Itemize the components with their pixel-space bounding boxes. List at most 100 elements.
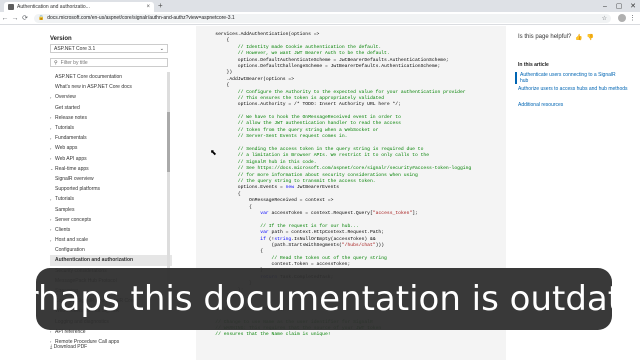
sidebar-item-label: Tutorials: [55, 196, 74, 203]
browser-tab[interactable]: Authentication and authorizatio... ×: [4, 2, 154, 12]
code-token: options.DefaultChallengeScheme = JwtBear…: [204, 63, 441, 69]
sidebar-item[interactable]: › Web API apps: [50, 154, 172, 164]
code-token: path = context.HttpContext.Request.Path;: [268, 230, 385, 236]
screen: Authentication and authorizatio... × + –…: [0, 0, 640, 360]
sidebar-item-label: Web apps: [55, 145, 78, 152]
profile-avatar[interactable]: [618, 14, 626, 22]
sidebar-item[interactable]: › Web apps: [50, 143, 172, 153]
sidebar-item-label: Web API apps: [55, 155, 87, 162]
code-token: options.DefaultAuthenticateScheme = JwtB…: [204, 57, 449, 63]
code-token: "/hubs/chat": [341, 242, 376, 248]
new-tab-button[interactable]: +: [158, 2, 163, 10]
code-line: options.DefaultChallengeScheme = JwtBear…: [204, 64, 471, 70]
code-token: // Identity made Cookie authentication t…: [204, 44, 382, 50]
thumbs-down-icon[interactable]: 👎: [587, 34, 594, 41]
sidebar-item[interactable]: ⌄ Real-time apps: [50, 164, 172, 174]
sidebar-item[interactable]: Authentication and authorization: [50, 255, 172, 266]
sidebar-item-label: Samples: [55, 206, 75, 213]
code-token: services.AddAuthentication(options =>: [204, 32, 320, 37]
article-link[interactable]: Authenticate users connecting to a Signa…: [515, 72, 625, 84]
code-token: // allow the JWT authentication handler …: [204, 121, 401, 127]
sidebar-item[interactable]: › Fundamentals: [50, 133, 172, 143]
minimize-button[interactable]: –: [598, 0, 612, 12]
sidebar-item[interactable]: ASP.NET Core documentation: [50, 72, 172, 82]
sidebar-item-label: SignalR overview: [55, 175, 94, 182]
url-field[interactable]: 🔒 docs.microsoft.com/en-us/aspnet/core/s…: [34, 13, 611, 23]
code-token: var: [260, 230, 269, 236]
code-token: // If the request is for our hub...: [204, 223, 359, 229]
sidebar-item[interactable]: › Release notes: [50, 113, 172, 123]
reload-button[interactable]: ⟳: [20, 14, 30, 22]
forward-button[interactable]: →: [10, 15, 20, 22]
bookmark-star-icon[interactable]: ☆: [602, 15, 607, 22]
sidebar-item-label: Fundamentals: [55, 135, 87, 142]
sidebar-item[interactable]: › Clients: [50, 225, 172, 235]
version-label: Version: [50, 36, 72, 42]
code-token: // Read the token out of the query strin…: [204, 255, 387, 261]
sidebar-item[interactable]: Get started: [50, 103, 172, 113]
code-token: var: [260, 210, 269, 216]
code-line: // ensures that the Name claim is unique…: [204, 332, 471, 338]
sidebar-item[interactable]: › Overview: [50, 92, 172, 102]
favicon-icon: [8, 4, 14, 10]
sidebar-item[interactable]: What's new in ASP.NET Core docs: [50, 82, 172, 92]
back-button[interactable]: ←: [0, 15, 10, 22]
code-token: // token from the query string when a We…: [204, 127, 379, 133]
article-link[interactable]: Authorize users to access hubs and hub m…: [518, 86, 628, 92]
browser-menu-icon[interactable]: ⋮: [629, 14, 636, 22]
code-token: options.Events =: [204, 185, 286, 191]
sidebar-item-label: Server concepts: [55, 216, 92, 223]
code-token: {: [204, 204, 252, 210]
code-token: ))): [375, 242, 385, 248]
code-token: .AddJwtBearer(options =>: [204, 76, 295, 82]
code-token: // This ensures the token is appropriate…: [204, 95, 385, 101]
sidebar-item[interactable]: › Tutorials: [50, 194, 172, 204]
sidebar-item[interactable]: Configuration: [50, 245, 172, 255]
sidebar-item-label: What's new in ASP.NET Core docs: [55, 84, 132, 91]
code-token: // See https://docs.microsoft.com/aspnet…: [204, 166, 472, 172]
version-select[interactable]: ASP.NET Core 3.1 ⌄: [50, 44, 168, 53]
url-text: docs.microsoft.com/en-us/aspnet/core/sig…: [47, 15, 235, 21]
sidebar-item-label: Host and scale: [55, 237, 89, 244]
sidebar-item-label: Clients: [55, 226, 71, 233]
code-token: JwtBearerEvents: [294, 185, 340, 191]
tab-close-icon[interactable]: ×: [146, 4, 150, 10]
sidebar-item[interactable]: Samples: [50, 204, 172, 214]
sidebar-item-label: Release notes: [55, 114, 87, 121]
filter-input[interactable]: ⚲ Filter by title: [50, 58, 168, 67]
window-controls: – ▢ ✕: [598, 0, 640, 12]
code-token: // the query string to transmit the acce…: [204, 178, 376, 184]
sidebar-item-label: Supported platforms: [55, 186, 101, 193]
sidebar-item[interactable]: › Server concepts: [50, 215, 172, 225]
code-token: // Server-Sent Events request comes in.: [204, 134, 348, 140]
code-token: // SignalR hub in this code.: [204, 159, 317, 165]
lock-icon: 🔒: [38, 15, 45, 21]
sidebar-item[interactable]: › Tutorials: [50, 123, 172, 133]
filter-icon: ⚲: [54, 59, 58, 66]
sidebar-item[interactable]: SignalR overview: [50, 174, 172, 184]
code-token: // However, we want JWT Bearer Auth to b…: [204, 51, 390, 57]
close-window-button[interactable]: ✕: [626, 0, 640, 12]
download-pdf-label: Download PDF: [53, 344, 88, 350]
sidebar-item-label: Configuration: [55, 247, 85, 254]
code-token: {: [204, 83, 230, 89]
code-token: // for more information about security c…: [204, 172, 418, 178]
caption-text: Perhaps this documentation is outdated: [0, 279, 640, 319]
tab-title: Authentication and authorizatio...: [17, 4, 90, 10]
code-token: new: [285, 185, 295, 191]
code-token: // Sending the access token in the query…: [204, 147, 424, 153]
code-token: {: [204, 38, 230, 44]
maximize-button[interactable]: ▢: [612, 0, 626, 12]
code-token: // ensures that the Name claim is unique…: [204, 332, 331, 338]
sidebar-item[interactable]: Supported platforms: [50, 184, 172, 194]
download-pdf-link[interactable]: ⤓ Download PDF: [50, 344, 87, 350]
code-token: string: [274, 236, 292, 242]
sidebar-item-label: Overview: [55, 94, 76, 101]
thumbs-up-icon[interactable]: 👍: [575, 34, 582, 41]
article-link[interactable]: Additional resources: [518, 102, 628, 108]
sidebar-item[interactable]: › Host and scale: [50, 235, 172, 245]
code-token: // a limitation in Browser APIs. We rest…: [204, 153, 430, 159]
code-token: options.Authority = /* TODO: Insert Auth…: [204, 102, 401, 108]
